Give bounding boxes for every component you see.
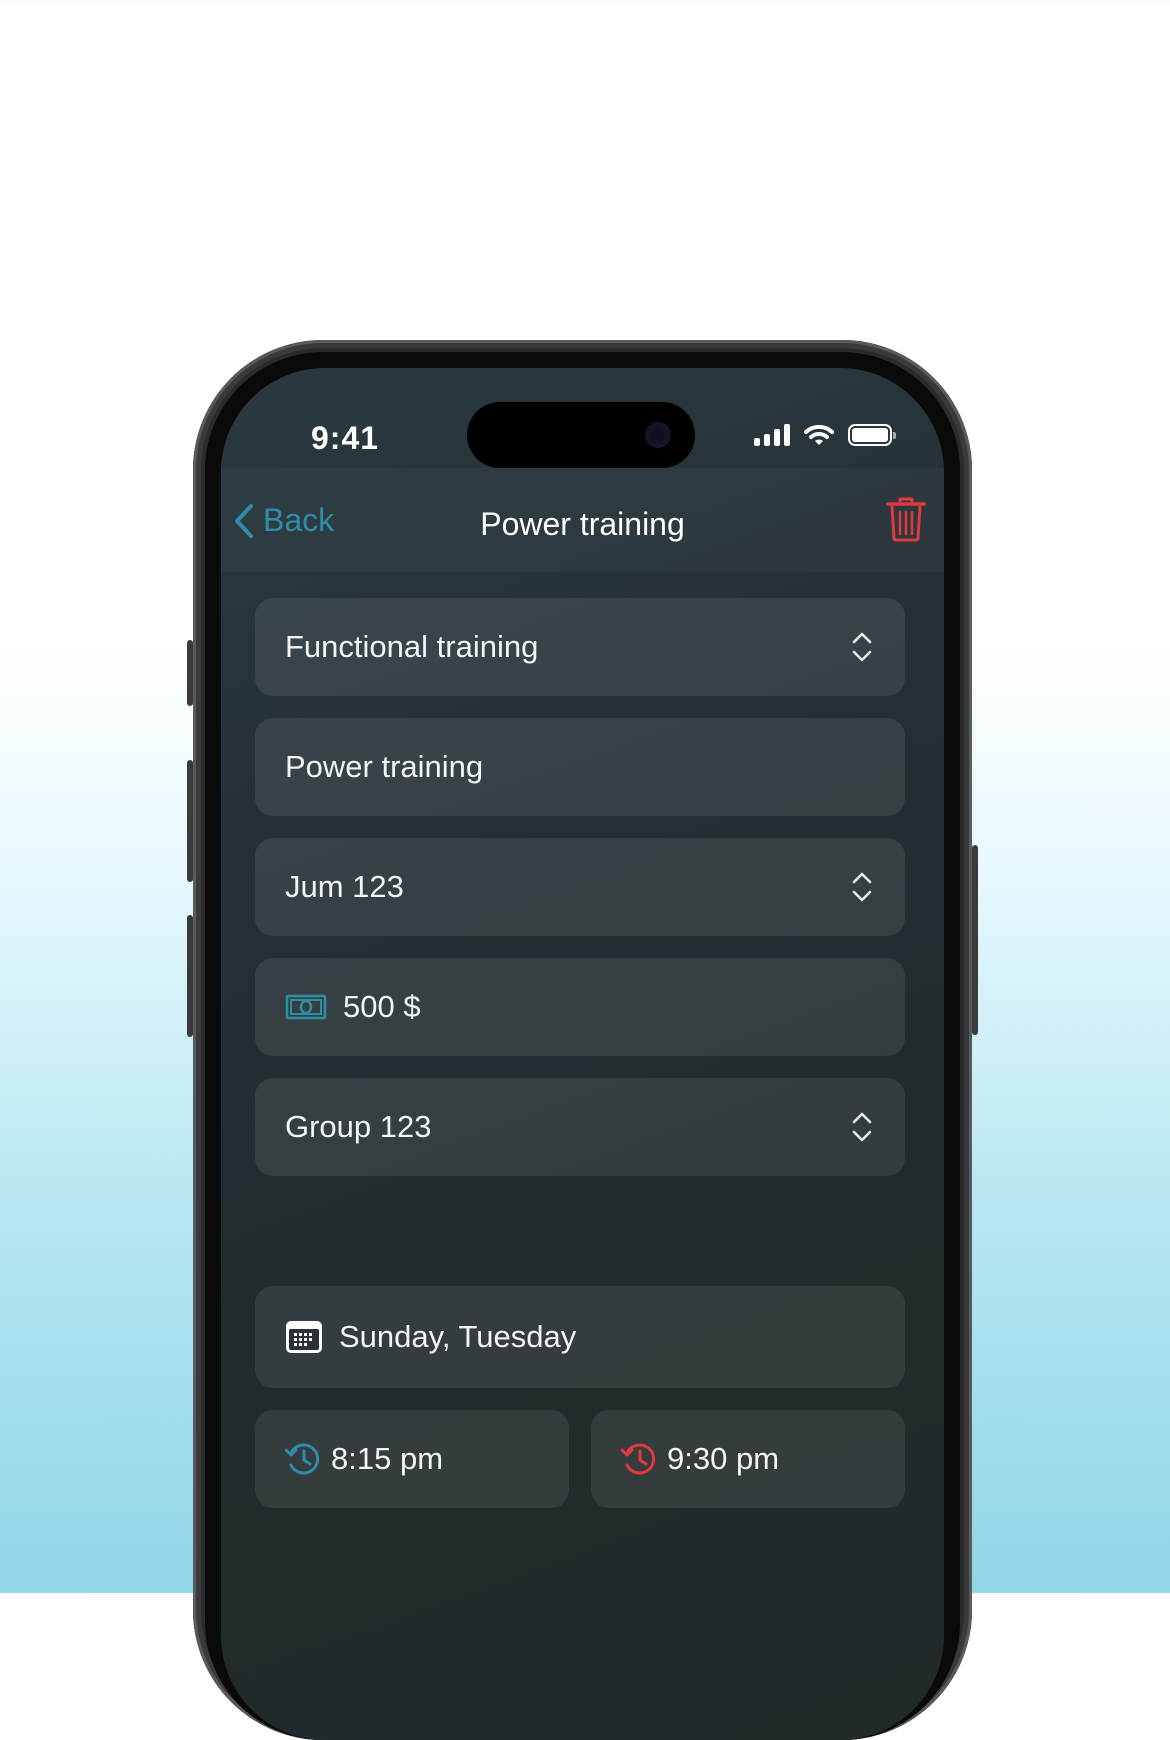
power-button [972,845,978,1035]
chevron-up-down-icon [852,872,872,902]
volume-down-button [187,915,193,1037]
navigation-bar: Back Power training [221,468,944,572]
chevron-up-down-icon [852,1112,872,1142]
group-select[interactable]: Group 123 [255,1078,905,1176]
bezel: 9:41 Back Power training Functional trai… [205,352,960,1740]
money-icon [285,994,327,1020]
volume-up-button [187,760,193,882]
delete-button[interactable] [886,496,926,547]
page-title: Power training [480,506,685,542]
status-time: 9:41 [311,420,380,456]
phone-frame: 9:41 Back Power training Functional trai… [187,340,978,1740]
days-value: Sunday, Tuesday [339,1319,577,1354]
clock-history-icon [285,1441,321,1477]
calendar-icon [285,1320,323,1354]
price-input[interactable]: 500 $ [255,958,905,1056]
group-value: Group 123 [285,1109,432,1144]
location-value: Jum 123 [285,869,404,904]
training-type-value: Functional training [285,629,539,664]
end-time-picker[interactable]: 9:30 pm [591,1410,905,1508]
training-name-input[interactable]: Power training [255,718,905,816]
days-select[interactable]: Sunday, Tuesday [255,1286,905,1388]
training-type-select[interactable]: Functional training [255,598,905,696]
status-icons [754,424,896,446]
price-value: 500 $ [343,989,421,1024]
trash-icon [886,497,926,542]
clock-history-icon [621,1441,657,1477]
end-time-value: 9:30 pm [667,1441,780,1476]
start-time-value: 8:15 pm [331,1441,444,1476]
chevron-up-down-icon [852,632,872,662]
start-time-picker[interactable]: 8:15 pm [255,1410,569,1508]
camera-icon [645,422,671,448]
dynamic-island [467,402,695,468]
battery-icon [848,424,896,446]
wifi-icon [804,424,834,445]
screen: 9:41 Back Power training Functional trai… [221,368,944,1740]
training-name-value: Power training [285,749,484,784]
signal-icon [754,424,790,446]
action-button [187,640,193,706]
location-select[interactable]: Jum 123 [255,838,905,936]
